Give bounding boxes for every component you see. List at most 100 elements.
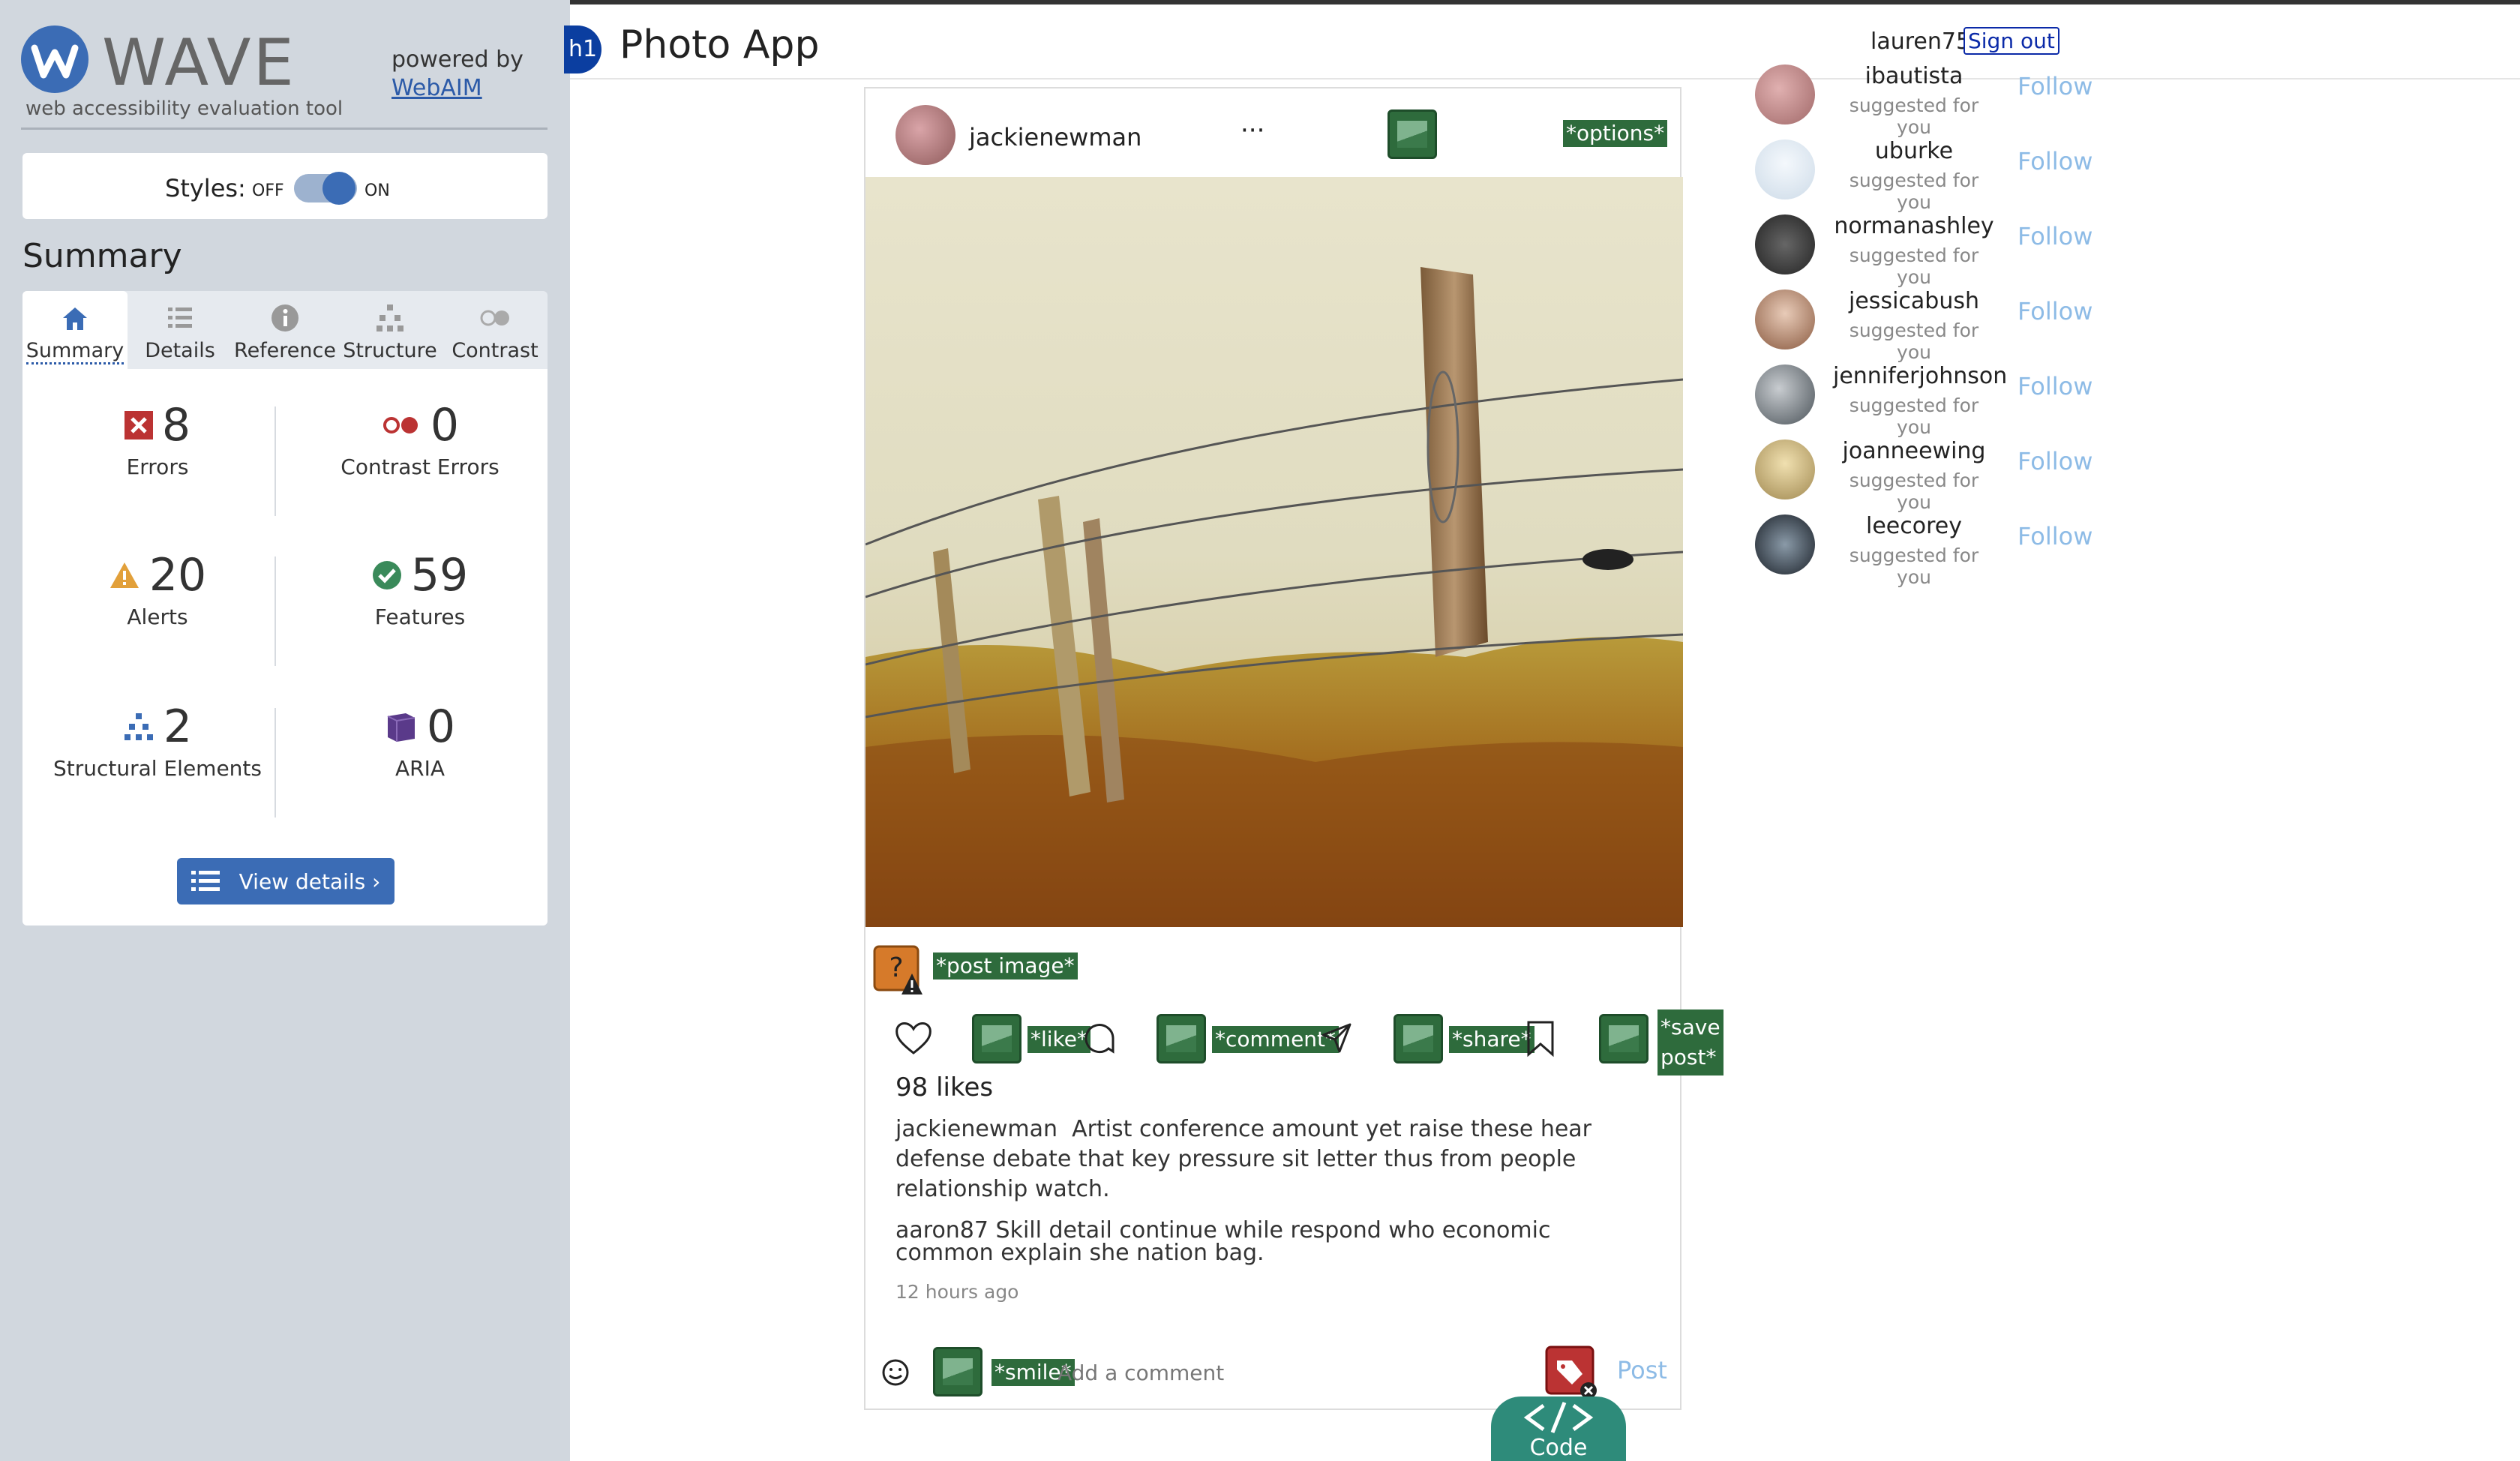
post-comment-button[interactable]: Post (1617, 1356, 1667, 1384)
avatar[interactable] (1755, 64, 1815, 124)
suggestion-username[interactable]: jenniferjohnson (1833, 363, 2007, 389)
alerts-count: 20 (148, 549, 207, 602)
styles-off-label: OFF (252, 182, 284, 200)
comment-text: Skill detail continue while respond who … (896, 1217, 1551, 1266)
tab-label: Details (145, 339, 215, 362)
h1-badge: h1 (564, 26, 602, 74)
smile-icon[interactable] (880, 1358, 910, 1388)
alerts-label: Alerts (127, 604, 188, 629)
follow-button[interactable]: Follow (2018, 222, 2092, 250)
suggestion-item: uburke suggested for you Follow (1755, 138, 2100, 213)
image-placeholder-icon (1388, 110, 1437, 159)
tab-structure[interactable]: Structure (338, 291, 442, 369)
follow-button[interactable]: Follow (2018, 72, 2092, 100)
bookmark-icon[interactable] (1526, 1020, 1556, 1058)
comment-bubble-icon[interactable] (1083, 1022, 1116, 1054)
wave-tabs: Summary Details Reference Structure Cont… (22, 291, 548, 369)
styles-toggle-box: Styles: OFF ON (22, 153, 548, 219)
wave-logo-icon (21, 26, 88, 93)
share-alt-tag[interactable]: *share* (1449, 1026, 1534, 1053)
missing-alt-warning-icon: ? (873, 945, 922, 994)
aria-label: ARIA (394, 756, 446, 781)
contrast-icon (480, 310, 509, 326)
current-user: lauren75 (1870, 28, 1971, 55)
image-placeholder-icon (1394, 1014, 1443, 1064)
aria-stat[interactable]: 0 ARIA (300, 700, 540, 781)
summary-heading: Summary (22, 237, 182, 275)
features-stat[interactable]: 59 Features (300, 549, 540, 629)
heart-icon[interactable] (894, 1020, 933, 1056)
post-image-alt-tag: *post image* (933, 952, 1078, 980)
post-author-username[interactable]: jackienewman (969, 123, 1142, 152)
follow-button[interactable]: Follow (2018, 522, 2092, 550)
code-label: Code (1529, 1435, 1588, 1461)
tab-details[interactable]: Details (128, 291, 232, 369)
suggestion-item: jessicabush suggested for you Follow (1755, 288, 2100, 363)
post-card: jackienewman ··· *options* ? *post image… (864, 87, 1724, 1410)
code-toggle-button[interactable]: Code (1491, 1396, 1626, 1461)
code-icon (1523, 1402, 1594, 1433)
errors-label: Errors (126, 454, 189, 479)
save-post-alt-tag[interactable]: *save post* (1658, 1010, 1724, 1076)
webaim-link[interactable]: WebAIM (392, 75, 482, 101)
svg-text:?: ? (889, 952, 903, 983)
suggestion-item: leecorey suggested for you Follow (1755, 513, 2100, 588)
contrast-error-icon (382, 417, 418, 434)
avatar[interactable] (1755, 440, 1815, 500)
sign-out-button[interactable]: Sign out (1964, 27, 2060, 55)
comment: aaron87 Skill detail continue while resp… (896, 1220, 1653, 1264)
avatar[interactable] (1755, 364, 1815, 424)
suggestion-item: normanashley suggested for you Follow (1755, 213, 2100, 288)
styles-toggle[interactable] (294, 172, 357, 205)
suggestion-username[interactable]: joanneewing (1833, 438, 1995, 464)
wave-sidebar: WAVE web accessibility evaluation tool p… (0, 0, 570, 1461)
structural-stat[interactable]: 2 Structural Elements (38, 700, 278, 781)
avatar[interactable] (1755, 514, 1815, 574)
suggestion-username[interactable]: uburke (1833, 138, 1995, 164)
structural-count: 2 (163, 700, 193, 753)
errors-stat[interactable]: 8 Errors (38, 399, 278, 479)
view-details-button[interactable]: View details › (177, 858, 394, 904)
follow-button[interactable]: Follow (2018, 297, 2092, 326)
caption-username[interactable]: jackienewman (896, 1116, 1058, 1142)
options-alt-tag[interactable]: *options* (1563, 120, 1668, 147)
suggestion-subtitle: suggested for you (1849, 170, 1979, 213)
contrast-stat[interactable]: 0 Contrast Errors (300, 399, 540, 479)
suggestion-username[interactable]: jessicabush (1833, 288, 1995, 314)
send-icon[interactable] (1320, 1022, 1353, 1054)
suggestion-subtitle: suggested for you (1849, 244, 1979, 288)
contrast-label: Contrast Errors (340, 454, 500, 479)
tab-contrast[interactable]: Contrast (442, 291, 548, 369)
styles-on-label: ON (364, 182, 390, 200)
avatar[interactable] (1755, 290, 1815, 350)
alert-icon (110, 562, 139, 588)
tab-summary[interactable]: Summary (22, 291, 128, 369)
post-caption: jackienewman Artist conference amount ye… (896, 1114, 1653, 1204)
tab-label: Reference (234, 339, 336, 362)
features-label: Features (374, 604, 466, 629)
summary-panel: 8 Errors 0 Contrast Errors 20 Alerts 59 … (22, 369, 548, 926)
suggestion-item: ibautista suggested for you Follow (1755, 63, 2100, 138)
add-comment-input[interactable]: Add a comment (1058, 1360, 1224, 1385)
more-options-icon[interactable]: ··· (1240, 116, 1264, 146)
errors-count: 8 (161, 399, 191, 452)
tab-reference[interactable]: Reference (232, 291, 338, 369)
follow-button[interactable]: Follow (2018, 447, 2092, 476)
post-author-avatar[interactable] (896, 105, 956, 165)
form-label-error-icon (1545, 1346, 1597, 1399)
styles-label: Styles: (165, 174, 246, 202)
avatar[interactable] (1755, 214, 1815, 274)
suggestion-username[interactable]: ibautista (1833, 63, 1995, 89)
follow-button[interactable]: Follow (2018, 147, 2092, 176)
like-alt-tag[interactable]: *like* (1028, 1026, 1091, 1053)
suggestion-subtitle: suggested for you (1849, 544, 1979, 588)
post-image (866, 177, 1683, 927)
structural-label: Structural Elements (53, 756, 262, 781)
tab-label: Summary (26, 339, 124, 364)
image-placeholder-icon (972, 1014, 1022, 1064)
suggestion-username[interactable]: leecorey (1833, 513, 1995, 539)
suggestion-username[interactable]: normanashley (1833, 213, 1995, 239)
avatar[interactable] (1755, 140, 1815, 200)
follow-button[interactable]: Follow (2018, 372, 2092, 400)
alerts-stat[interactable]: 20 Alerts (38, 549, 278, 629)
